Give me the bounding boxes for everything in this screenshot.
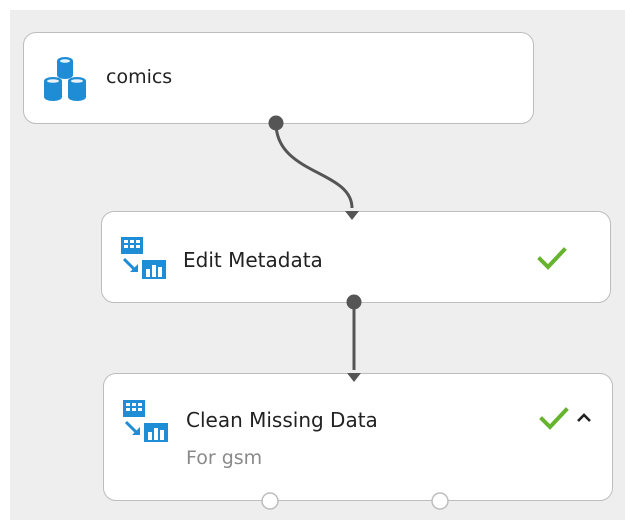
output-port-empty[interactable] (431, 492, 449, 510)
output-port-empty[interactable] (261, 492, 279, 510)
connection-wire (274, 122, 354, 209)
input-port-arrow[interactable] (347, 373, 361, 382)
connections-layer (261, 115, 449, 510)
output-port[interactable] (268, 115, 284, 131)
output-port[interactable] (346, 294, 362, 310)
input-port-arrow[interactable] (345, 211, 359, 220)
